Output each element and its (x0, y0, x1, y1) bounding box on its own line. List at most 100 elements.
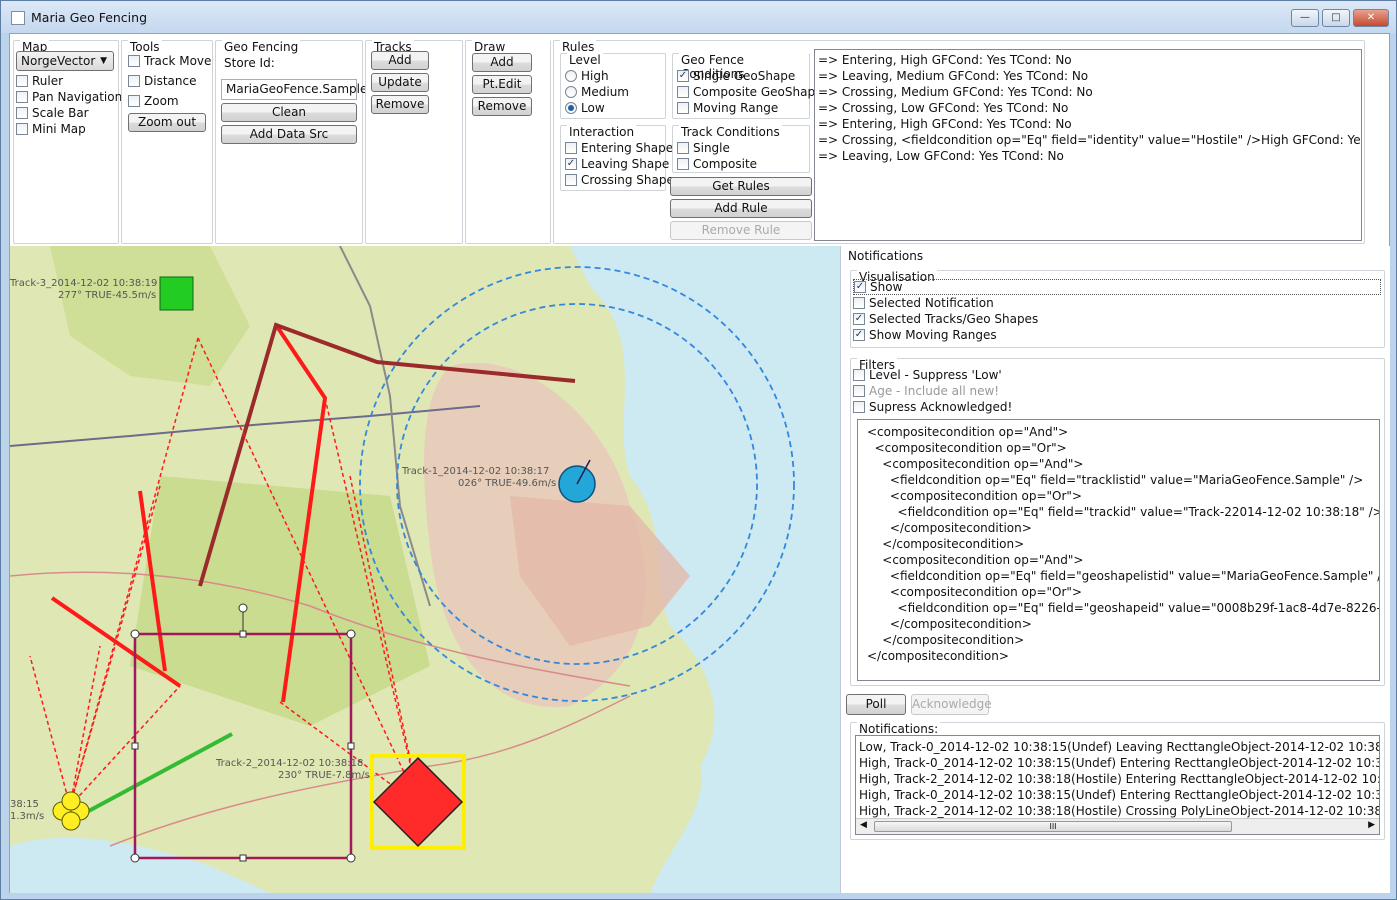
geo-fencing-group: Geo Fencing Store Id: MariaGeoFence.Samp… (215, 40, 367, 244)
notifications-list-label: Notifications: (857, 722, 941, 736)
track-move-checkbox[interactable]: Track Move (128, 53, 211, 69)
rule-item[interactable]: => Crossing, Low GFCond: Yes TCond: No (815, 100, 1361, 116)
entering-shape-checkbox[interactable]: Entering Shape (565, 140, 673, 156)
distance-checkbox[interactable]: Distance (128, 73, 196, 89)
suppress-low-checkbox[interactable]: Level - Suppress 'Low' (853, 367, 1002, 383)
add-data-src-button[interactable]: Add Data Src (221, 125, 357, 144)
level-medium-radio[interactable]: Medium (565, 84, 629, 100)
close-button[interactable]: ✕ (1353, 9, 1389, 27)
ruler-checkbox[interactable]: Ruler (16, 73, 63, 89)
single-geoshape-checkbox[interactable]: ✓ Single GeoShape (677, 68, 795, 84)
notifications-list-group: Notifications: Low, Track-0_2014-12-02 1… (850, 722, 1385, 840)
xml-line: </compositecondition> (867, 537, 1025, 551)
xml-line: </compositecondition> (867, 617, 1032, 631)
store-id-input[interactable]: MariaGeoFence.Sample (221, 79, 367, 100)
clean-button[interactable]: Clean (221, 103, 357, 122)
crossing-shape-checkbox[interactable]: Crossing Shape (565, 172, 674, 188)
rule-item[interactable]: => Leaving, Medium GFCond: Yes TCond: No (815, 68, 1361, 84)
age-include-checkbox[interactable]: Age - Include all new! (853, 383, 999, 399)
scale-bar-checkbox[interactable]: Scale Bar (16, 105, 89, 121)
rule-item[interactable]: => Crossing, <fieldcondition op="Eq" fie… (815, 132, 1361, 148)
xml-line: </compositecondition> (867, 649, 1009, 663)
tc-composite-checkbox[interactable]: Composite (677, 156, 757, 172)
xml-line: <fieldcondition op="Eq" field="trackid" … (867, 505, 1380, 519)
geo-fencing-label: Geo Fencing (222, 40, 301, 54)
rules-label: Rules (560, 40, 597, 54)
composite-geoshape-checkbox[interactable]: Composite GeoShape (677, 84, 822, 100)
show-moving-ranges-checkbox[interactable]: ✓ Show Moving Ranges (853, 327, 997, 343)
tc-label: Track Conditions (679, 125, 782, 139)
client-area: Map NorgeVector ▼ Ruler Pan Navigation Sc… (9, 33, 1390, 893)
window-title: Maria Geo Fencing (31, 10, 148, 25)
app-icon (11, 11, 25, 25)
rule-item[interactable]: => Leaving, Low GFCond: Yes TCond: No (815, 148, 1361, 164)
horizontal-scrollbar[interactable]: ◀ III ▶ (856, 818, 1379, 834)
notifications-panel: Notifications Visualisation ✓ Show Select… (840, 246, 1390, 893)
tc-single-checkbox[interactable]: Single (677, 140, 730, 156)
xml-line: <compositecondition op="Or"> (867, 441, 1067, 455)
pan-navigation-checkbox[interactable]: Pan Navigation (16, 89, 122, 105)
notification-item[interactable]: High, Track-0_2014-12-02 10:38:15(Undef)… (856, 787, 1379, 803)
suppress-acknowledged-checkbox[interactable]: Supress Acknowledged! (853, 399, 1012, 415)
map-layer-value: NorgeVector (21, 54, 96, 68)
notifications-list[interactable]: Low, Track-0_2014-12-02 10:38:15(Undef) … (855, 735, 1380, 835)
track-0-heading: 1.3m/s (10, 811, 44, 822)
notification-item[interactable]: High, Track-2_2014-12-02 10:38:18(Hostil… (856, 803, 1379, 819)
maximize-button[interactable]: □ (1322, 9, 1350, 27)
interaction-label: Interaction (567, 125, 637, 139)
get-rules-button[interactable]: Get Rules (670, 177, 812, 196)
level-low-radio[interactable]: Low (565, 100, 605, 116)
tracks-group: Tracks Add Update Remove (365, 40, 463, 244)
acknowledge-button[interactable]: Acknowledge (911, 694, 992, 715)
scroll-left-icon[interactable]: ◀ (860, 820, 867, 830)
draw-remove-button[interactable]: Remove (472, 97, 532, 116)
show-checkbox[interactable]: ✓ Show (853, 279, 1381, 295)
xml-line: </compositecondition> (867, 633, 1025, 647)
notification-item[interactable]: High, Track-0_2014-12-02 10:38:15(Undef)… (856, 755, 1379, 771)
add-rule-button[interactable]: Add Rule (670, 199, 812, 218)
track-1-heading: 026° TRUE-49.6m/s (458, 478, 556, 489)
xml-line: <compositecondition op="And"> (867, 425, 1069, 439)
track-2-label: Track-2_2014-12-02 10:38:18 (215, 758, 363, 769)
pt-edit-button[interactable]: Pt.Edit (472, 75, 532, 94)
scroll-right-icon[interactable]: ▶ (1368, 820, 1375, 830)
notification-item[interactable]: Low, Track-0_2014-12-02 10:38:15(Undef) … (856, 739, 1379, 755)
map-view[interactable]: Track-3_2014-12-02 10:38:19 277° TRUE-45… (10, 246, 840, 893)
track-3-marker[interactable] (159, 276, 194, 311)
leaving-shape-checkbox[interactable]: ✓ Leaving Shape (565, 156, 669, 172)
map-layer-select[interactable]: NorgeVector ▼ (16, 51, 114, 71)
selected-tracks-checkbox[interactable]: ✓ Selected Tracks/Geo Shapes (853, 311, 1038, 327)
minimize-button[interactable]: — (1291, 9, 1319, 27)
xml-line: <compositecondition op="Or"> (867, 489, 1082, 503)
rule-item[interactable]: => Entering, High GFCond: Yes TCond: No (815, 116, 1361, 132)
draw-add-button[interactable]: Add (472, 53, 532, 72)
track-update-button[interactable]: Update (371, 73, 429, 92)
track-remove-button[interactable]: Remove (371, 95, 429, 114)
level-high-radio[interactable]: High (565, 68, 609, 84)
remove-rule-button[interactable]: Remove Rule (670, 221, 812, 240)
rules-group: Rules Level High Medium Low Interaction … (553, 40, 1365, 244)
level-label: Level (567, 53, 603, 67)
filter-xml-textbox[interactable]: <compositecondition op="And"> <composite… (857, 419, 1380, 681)
zoom-out-button[interactable]: Zoom out (128, 113, 206, 132)
xml-line: <compositecondition op="And"> (867, 457, 1084, 471)
map-canvas[interactable]: Track-3_2014-12-02 10:38:19 277° TRUE-45… (10, 246, 840, 893)
zoom-checkbox[interactable]: Zoom (128, 93, 179, 109)
moving-range-checkbox[interactable]: Moving Range (677, 100, 778, 116)
mini-map-checkbox[interactable]: Mini Map (16, 121, 86, 137)
title-bar: Maria Geo Fencing — □ ✕ (1, 1, 1396, 33)
notifications-title: Notifications (848, 249, 924, 263)
selected-notification-checkbox[interactable]: Selected Notification (853, 295, 994, 311)
rule-item[interactable]: => Entering, High GFCond: Yes TCond: No (815, 52, 1361, 68)
track-add-button[interactable]: Add (371, 51, 429, 70)
rules-list[interactable]: => Entering, High GFCond: Yes TCond: No … (814, 49, 1362, 241)
track-conditions-group: Track Conditions Single Composite (672, 125, 810, 173)
xml-line: <fieldcondition op="Eq" field="geoshapei… (897, 601, 1379, 615)
tools-group-label: Tools (128, 40, 162, 54)
map-group: Map NorgeVector ▼ Ruler Pan Navigation Sc… (13, 40, 122, 244)
notification-item[interactable]: High, Track-2_2014-12-02 10:38:18(Hostil… (856, 771, 1379, 787)
rule-item[interactable]: => Crossing, Medium GFCond: Yes TCond: N… (815, 84, 1361, 100)
filters-group: Filters Level - Suppress 'Low' Age - Inc… (850, 358, 1385, 686)
poll-button[interactable]: Poll (846, 694, 906, 715)
scroll-thumb[interactable]: III (874, 821, 1232, 832)
